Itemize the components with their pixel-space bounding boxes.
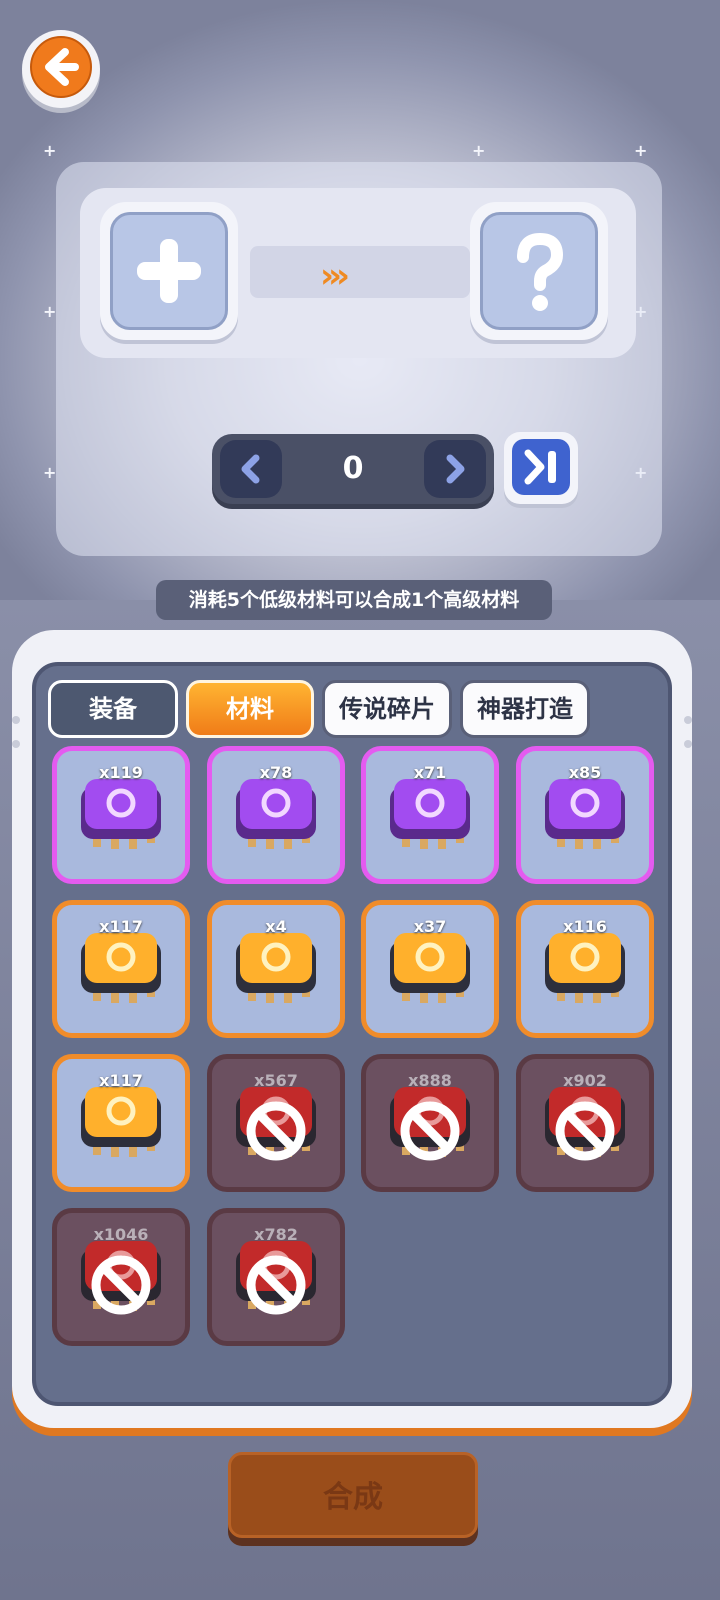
item-count: x71	[413, 763, 447, 782]
item-count: x888	[408, 1071, 452, 1090]
item-count: x37	[413, 917, 447, 936]
target-chip-icon	[236, 779, 316, 849]
chevron-right-icon	[446, 454, 465, 484]
material-item[interactable]: x888	[361, 1054, 499, 1192]
material-item[interactable]: x71	[361, 746, 499, 884]
item-count: x117	[99, 1071, 143, 1090]
material-item[interactable]: x117	[52, 1054, 190, 1192]
plus-icon	[137, 239, 201, 303]
skip-to-end-icon	[524, 449, 556, 485]
material-item[interactable]: x116	[516, 900, 654, 1038]
locked-ban-icon	[91, 1255, 151, 1315]
tab-legend-fragments[interactable]: 传说碎片	[322, 680, 452, 738]
back-arrow-icon	[30, 36, 92, 98]
item-count: x1046	[93, 1225, 149, 1244]
material-item[interactable]: x119	[52, 746, 190, 884]
item-count: x4	[265, 917, 287, 936]
panel-rivet	[12, 716, 20, 724]
back-button[interactable]	[22, 30, 100, 108]
decor-cross: +	[43, 302, 57, 321]
decor-cross: +	[472, 141, 486, 160]
synthesis-hint-text: 消耗5个低级材料可以合成1个高级材料	[156, 580, 552, 620]
synthesize-button[interactable]: 合成	[228, 1452, 478, 1538]
max-button[interactable]	[504, 432, 578, 504]
decor-cross: +	[43, 463, 57, 482]
tab-materials[interactable]: 材料	[186, 680, 314, 738]
material-item[interactable]: x117	[52, 900, 190, 1038]
material-item[interactable]: x37	[361, 900, 499, 1038]
input-slot[interactable]	[100, 202, 238, 340]
item-count: x567	[254, 1071, 298, 1090]
material-item[interactable]: x1046	[52, 1208, 190, 1346]
decrease-button[interactable]	[220, 440, 282, 498]
locked-ban-icon	[246, 1101, 306, 1161]
material-item[interactable]: x902	[516, 1054, 654, 1192]
tab-equipment[interactable]: 装备	[48, 680, 178, 738]
material-item[interactable]: x782	[207, 1208, 345, 1346]
material-item[interactable]: x4	[207, 900, 345, 1038]
item-count: x782	[254, 1225, 298, 1244]
panel-rivet	[684, 716, 692, 724]
increase-button[interactable]	[424, 440, 486, 498]
output-slot	[470, 202, 608, 340]
armor-chip-icon	[81, 933, 161, 1003]
material-item[interactable]: x85	[516, 746, 654, 884]
target-chip-icon	[390, 933, 470, 1003]
tab-artifact-forge[interactable]: 神器打造	[460, 680, 590, 738]
arrows-icon: ›››	[320, 256, 350, 296]
material-item[interactable]: x78	[207, 746, 345, 884]
boot-chip-icon	[390, 779, 470, 849]
locked-ban-icon	[555, 1101, 615, 1161]
gear-chip-icon	[81, 779, 161, 849]
gear-chip-icon	[236, 933, 316, 1003]
item-count: x78	[259, 763, 293, 782]
item-count: x116	[563, 917, 607, 936]
item-count: x117	[99, 917, 143, 936]
helmet-chip-icon	[81, 1087, 161, 1157]
item-count: x902	[563, 1071, 607, 1090]
decor-cross: +	[43, 141, 57, 160]
item-count: x85	[568, 763, 602, 782]
panel-rivet	[684, 740, 692, 748]
quantity-stepper: 0	[212, 434, 494, 504]
helmet-chip-icon	[545, 779, 625, 849]
panel-rivet	[12, 740, 20, 748]
quantity-value: 0	[342, 451, 364, 486]
question-mark-icon	[517, 232, 564, 311]
chevron-left-icon	[241, 454, 260, 484]
item-count: x119	[99, 763, 143, 782]
boot-chip-icon	[545, 933, 625, 1003]
decor-cross: +	[634, 141, 648, 160]
locked-ban-icon	[246, 1255, 306, 1315]
locked-ban-icon	[400, 1101, 460, 1161]
material-item[interactable]: x567	[207, 1054, 345, 1192]
